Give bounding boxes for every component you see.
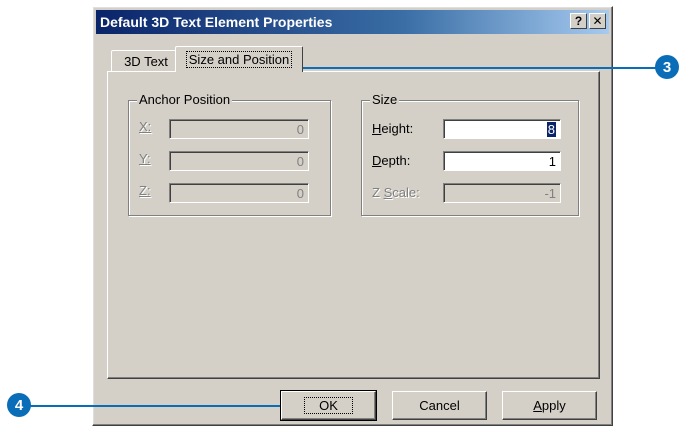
anchor-y-row: Y: bbox=[139, 151, 151, 166]
callout-3-badge: 3 bbox=[655, 55, 679, 79]
depth-label: Depth: bbox=[372, 153, 411, 168]
anchor-x-label: X: bbox=[139, 119, 152, 134]
anchor-position-group: Anchor Position X: 0 Y: 0 Z: 0 bbox=[128, 92, 331, 216]
height-label: Height: bbox=[372, 121, 414, 136]
zscale-label: Z Scale: bbox=[372, 185, 420, 200]
callout-4-badge: 4 bbox=[7, 393, 31, 417]
apply-button[interactable]: Apply bbox=[502, 391, 597, 420]
properties-dialog: Default 3D Text Element Properties ? ✕ 3… bbox=[92, 6, 613, 426]
close-button[interactable]: ✕ bbox=[589, 13, 606, 29]
size-legend: Size bbox=[370, 92, 400, 107]
anchor-position-legend: Anchor Position bbox=[137, 92, 233, 107]
anchor-y-label: Y: bbox=[139, 151, 151, 166]
cancel-button[interactable]: Cancel bbox=[392, 391, 487, 420]
anchor-y-field[interactable]: 0 bbox=[169, 151, 309, 171]
anchor-z-label: Z: bbox=[139, 183, 151, 198]
depth-row: Depth: bbox=[372, 153, 410, 168]
help-icon: ? bbox=[574, 14, 583, 28]
close-icon: ✕ bbox=[592, 14, 603, 28]
tab-3d-text-label: 3D Text bbox=[124, 53, 168, 69]
anchor-z-field[interactable]: 0 bbox=[169, 183, 309, 203]
tab-size-and-position[interactable]: Size and Position bbox=[175, 46, 303, 72]
tab-panel-size-and-position: Anchor Position X: 0 Y: 0 Z: 0 Size Heig… bbox=[107, 71, 600, 379]
zscale-field[interactable]: -1 bbox=[443, 183, 561, 203]
callout-4-line bbox=[30, 405, 280, 407]
ok-button[interactable]: OK bbox=[280, 390, 377, 421]
ok-button-label: OK bbox=[304, 397, 353, 414]
height-value: 8 bbox=[546, 122, 556, 137]
apply-button-label: Apply bbox=[533, 398, 566, 413]
size-group: Size Height: 8 Depth: 1 Z Scale: -1 bbox=[361, 92, 579, 216]
help-button[interactable]: ? bbox=[570, 13, 587, 29]
height-row: Height: bbox=[372, 121, 413, 136]
tab-size-and-position-label: Size and Position bbox=[185, 51, 293, 68]
anchor-x-row: X: bbox=[139, 119, 151, 134]
depth-field[interactable]: 1 bbox=[443, 151, 561, 171]
anchor-z-row: Z: bbox=[139, 183, 151, 198]
cancel-button-label: Cancel bbox=[419, 398, 460, 413]
zscale-row: Z Scale: bbox=[372, 185, 420, 200]
anchor-x-field[interactable]: 0 bbox=[169, 119, 309, 139]
callout-3-line bbox=[300, 67, 658, 69]
title-bar[interactable]: Default 3D Text Element Properties ? ✕ bbox=[96, 10, 609, 34]
dialog-title: Default 3D Text Element Properties bbox=[100, 14, 333, 30]
tab-3d-text[interactable]: 3D Text bbox=[111, 50, 181, 71]
height-field[interactable]: 8 bbox=[443, 119, 561, 139]
